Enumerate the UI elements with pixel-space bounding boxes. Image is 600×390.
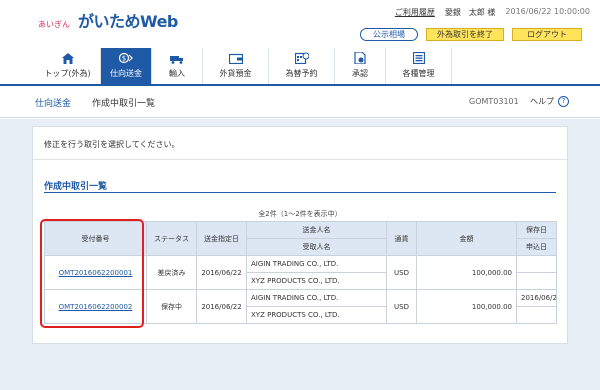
- nav-item-deposit[interactable]: 外貨預金: [203, 48, 269, 84]
- remitter-cell: AIGIN TRADING CO., LTD.: [246, 255, 387, 273]
- public-rates-button[interactable]: 公示相場: [360, 28, 418, 41]
- nav-label: 為替予約: [285, 69, 318, 78]
- login-datetime: 2016/06/22 10:00:00: [505, 7, 590, 16]
- header-beneficiary: 受取人名: [246, 238, 387, 256]
- date-cell: 2016/06/22: [196, 255, 247, 290]
- nav-item-top[interactable]: トップ(外為): [35, 48, 101, 84]
- page-code: GOMT03101: [469, 97, 519, 106]
- breadcrumb[interactable]: 仕向送金: [35, 96, 71, 109]
- currency-cell: USD: [386, 289, 417, 324]
- header-amount: 金額: [416, 221, 517, 256]
- nav-label: 外貨預金: [219, 69, 252, 78]
- remittance-icon: $: [119, 52, 133, 64]
- nav-item-import[interactable]: 輸入: [152, 48, 203, 84]
- panel-divider: [33, 159, 567, 160]
- saved-date-cell: [516, 255, 557, 273]
- top-links: ご利用履歴 愛銀 太郎 様 2016/06/22 10:00:00: [395, 7, 590, 18]
- help-icon: ?: [558, 96, 569, 107]
- help-label: ヘルプ: [530, 97, 554, 106]
- svg-text:$: $: [122, 55, 126, 63]
- nav-item-approval[interactable]: 承認: [335, 48, 386, 84]
- status-cell: 保存中: [146, 289, 197, 324]
- help-link[interactable]: ヘルプ ?: [530, 96, 569, 107]
- date-cell: 2016/06/22: [196, 289, 247, 324]
- logo: あいぎん がいためWeb: [38, 8, 178, 32]
- nav-item-management[interactable]: 各種管理: [386, 48, 452, 84]
- header-saved-date: 保存日: [516, 221, 557, 239]
- nav-label: 輸入: [169, 69, 185, 78]
- section-title: 作成中取引一覧: [44, 182, 108, 192]
- section-underline: [44, 192, 556, 193]
- bank-name: あいぎん: [38, 20, 70, 29]
- remitter-cell: AIGIN TRADING CO., LTD.: [246, 289, 387, 307]
- import-icon: [170, 52, 184, 64]
- end-fx-button[interactable]: 外為取引を終了: [426, 28, 504, 41]
- saved-date-cell: 2016/06/22: [516, 289, 557, 307]
- nav-label: 承認: [352, 69, 368, 78]
- instruction-text: 修正を行う取引を選択してください。: [44, 140, 180, 149]
- header-buttons: 公示相場 外為取引を終了 ログアウト: [360, 28, 582, 41]
- user-name: 愛銀 太郎 様: [444, 8, 496, 17]
- page-title: 作成中取引一覧: [92, 99, 156, 109]
- apply-date-cell: [516, 306, 557, 324]
- apply-date-cell: [516, 272, 557, 290]
- amount-cell: 100,000.00: [416, 289, 517, 324]
- home-icon: [61, 52, 75, 64]
- forward-contract-icon: [294, 52, 309, 64]
- beneficiary-cell: XYZ PRODUCTS CO., LTD.: [246, 272, 387, 290]
- highlight-box: [40, 219, 144, 328]
- approval-icon: [353, 52, 367, 64]
- nav-label: トップ(外為): [44, 69, 91, 78]
- nav-label: 仕向送金: [110, 69, 142, 78]
- management-icon: [412, 52, 426, 64]
- service-name: がいためWeb: [78, 12, 178, 31]
- usage-history-link[interactable]: ご利用履歴: [395, 7, 435, 18]
- page-header: 仕向送金 作成中取引一覧 GOMT03101 ヘルプ ?: [0, 86, 600, 118]
- logout-button[interactable]: ログアウト: [512, 28, 582, 41]
- main-nav: トップ(外為) $ 仕向送金 輸入 外貨預金 為替予約 承認 各種管理: [35, 48, 452, 84]
- nav-item-remittance[interactable]: $ 仕向送金: [101, 48, 152, 84]
- status-cell: 差戻済み: [146, 255, 197, 290]
- header-currency: 通貨: [386, 221, 417, 256]
- nav-label: 各種管理: [402, 69, 435, 78]
- header: あいぎん がいためWeb ご利用履歴 愛銀 太郎 様 2016/06/22 10…: [0, 0, 600, 46]
- header-status: ステータス: [146, 221, 197, 256]
- header-remitter: 送金人名: [246, 221, 387, 239]
- header-apply-date: 申込日: [516, 238, 557, 256]
- result-count: 全2件（1～2件を表示中）: [258, 210, 342, 218]
- nav-item-forward-contract[interactable]: 為替予約: [269, 48, 335, 84]
- currency-cell: USD: [386, 255, 417, 290]
- deposit-icon: [228, 52, 243, 64]
- amount-cell: 100,000.00: [416, 255, 517, 290]
- beneficiary-cell: XYZ PRODUCTS CO., LTD.: [246, 306, 387, 324]
- header-date: 送金指定日: [196, 221, 247, 256]
